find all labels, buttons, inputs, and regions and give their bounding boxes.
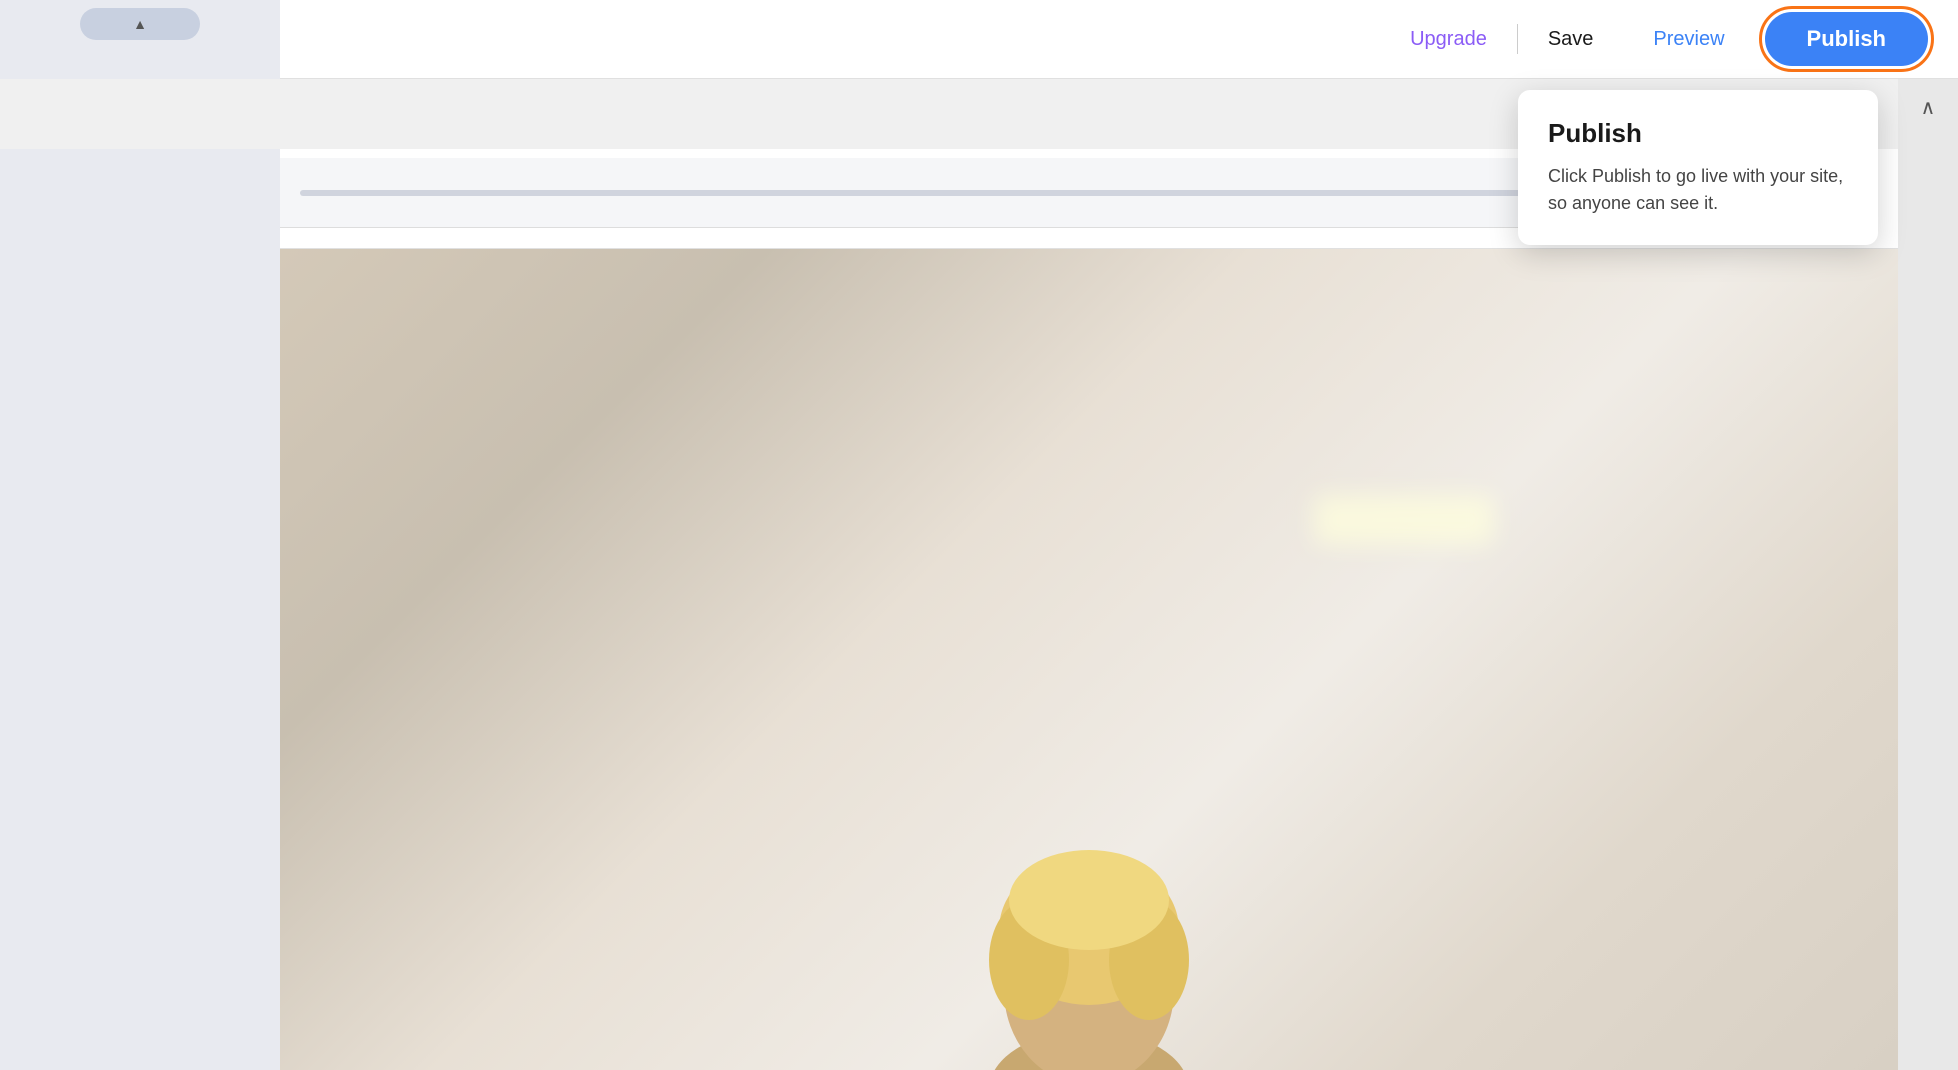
tooltip-title: Publish bbox=[1548, 118, 1848, 149]
collapse-button[interactable]: ▲ bbox=[80, 8, 200, 40]
main-toolbar: ▲ Upgrade Save Preview Publish bbox=[0, 0, 1958, 79]
scroll-up-button[interactable]: ∧ bbox=[1906, 85, 1950, 129]
hero-image bbox=[280, 249, 1898, 1070]
chevron-up-icon: ∧ bbox=[1921, 95, 1936, 120]
publish-tooltip: Publish Click Publish to go live with yo… bbox=[1518, 90, 1878, 245]
tooltip-body: Click Publish to go live with your site,… bbox=[1548, 163, 1848, 217]
website-preview: Home Book Online Plans & Pricing Contact… bbox=[280, 149, 1898, 1070]
left-sidebar bbox=[0, 149, 280, 1070]
upgrade-button[interactable]: Upgrade bbox=[1380, 28, 1517, 51]
chevron-up-icon: ▲ bbox=[133, 16, 147, 32]
toolbar-actions: Upgrade Save Preview Publish bbox=[1380, 12, 1928, 66]
scrollbar-right: ∧ bbox=[1898, 0, 1958, 1070]
toolbar-progress-bar bbox=[300, 190, 1638, 196]
sidebar-top-area: ▲ bbox=[0, 0, 280, 79]
ceiling-light-effect bbox=[1314, 495, 1494, 545]
person-silhouette bbox=[949, 850, 1229, 1070]
publish-button[interactable]: Publish bbox=[1765, 12, 1928, 66]
preview-button[interactable]: Preview bbox=[1623, 28, 1754, 51]
save-button[interactable]: Save bbox=[1518, 28, 1624, 51]
